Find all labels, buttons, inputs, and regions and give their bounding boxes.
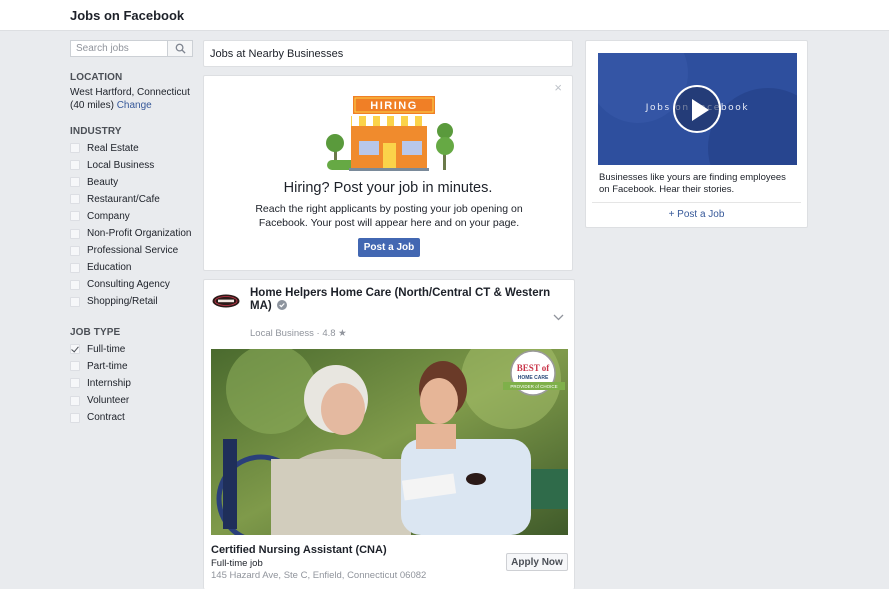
- business-category-rating: Local Business · 4.8 ★: [250, 328, 347, 339]
- industry-filter-professional-service[interactable]: Professional Service: [70, 244, 178, 258]
- jobtype-filter-label: Volunteer: [87, 395, 130, 407]
- industry-filter-restaurant-cafe[interactable]: Restaurant/Cafe: [70, 192, 160, 206]
- checkbox[interactable]: [70, 228, 80, 239]
- checkbox[interactable]: [70, 177, 80, 188]
- badge-line2: HOME CARE: [518, 375, 549, 381]
- industry-filter-education[interactable]: Education: [70, 261, 131, 275]
- checkbox[interactable]: [70, 262, 80, 273]
- industry-filter-shopping-retail[interactable]: Shopping/Retail: [70, 295, 158, 309]
- job-post-card: Home Helpers Home Care (North/Central CT…: [203, 279, 575, 589]
- industry-filter-label: Education: [87, 262, 132, 274]
- industry-filter-beauty[interactable]: Beauty: [70, 175, 118, 189]
- checkbox[interactable]: [70, 395, 80, 406]
- jobtype-filter-label: Internship: [87, 377, 131, 389]
- nearby-jobs-header: Jobs at Nearby Businesses: [203, 40, 573, 67]
- hiring-body: Reach the right applicants by posting yo…: [255, 203, 523, 229]
- industry-filter-label: Professional Service: [87, 245, 179, 257]
- checkbox[interactable]: [70, 279, 80, 290]
- industry-filter-label: Real Estate: [87, 142, 139, 154]
- checkbox[interactable]: [70, 211, 80, 222]
- top-bar: Jobs on Facebook: [0, 0, 889, 31]
- hiring-storefront-illustration: HIRING: [326, 96, 454, 171]
- business-logo[interactable]: [212, 294, 240, 308]
- checkbox[interactable]: [70, 296, 80, 307]
- jobtype-filter-part-time[interactable]: Part-time: [70, 359, 128, 373]
- industry-heading: INDUSTRY: [70, 126, 122, 137]
- jobtype-filter-full-time[interactable]: Full-time: [70, 342, 125, 356]
- badge-line1: BEST of: [517, 363, 551, 373]
- location-text: West Hartford, Connecticut (40 miles) Ch…: [70, 87, 195, 112]
- post-a-job-button[interactable]: Post a Job: [358, 238, 420, 257]
- industry-filter-label: Non-Profit Organization: [87, 228, 192, 239]
- post-a-job-link[interactable]: + Post a Job: [586, 209, 807, 220]
- job-title[interactable]: Certified Nursing Assistant (CNA): [211, 544, 387, 556]
- search-icon: [175, 43, 186, 54]
- verified-badge-icon: [276, 300, 287, 310]
- checkbox[interactable]: [70, 194, 80, 205]
- close-icon[interactable]: ×: [554, 80, 562, 95]
- caregiver-photo-illustration: BEST of HOME CARE PROVIDER of CHOICE: [211, 349, 568, 535]
- location-change-link[interactable]: Change: [117, 100, 152, 111]
- checkbox[interactable]: [70, 412, 80, 423]
- jobtype-filter-label: Full-time: [87, 343, 126, 355]
- stories-video-card: Jobs on Facebook Businesses like yours a…: [585, 40, 808, 228]
- industry-filter-company[interactable]: Company: [70, 209, 130, 223]
- jobtype-filter-internship[interactable]: Internship: [70, 376, 131, 390]
- apply-now-button[interactable]: Apply Now: [506, 553, 568, 571]
- jobtype-heading: JOB TYPE: [70, 327, 121, 338]
- location-heading: LOCATION: [70, 72, 123, 83]
- checkbox[interactable]: [70, 143, 80, 153]
- page-title: Jobs on Facebook: [70, 8, 185, 23]
- checkbox[interactable]: [70, 245, 80, 256]
- location-city: West Hartford, Connecticut: [70, 87, 190, 98]
- jobtype-filter-label: Contract: [87, 412, 125, 424]
- hiring-headline: Hiring? Post your job in minutes.: [283, 180, 493, 196]
- industry-filter-real-estate[interactable]: Real Estate: [70, 141, 139, 155]
- industry-filter-consulting-agency[interactable]: Consulting Agency: [70, 278, 170, 292]
- checkbox[interactable]: [70, 160, 80, 171]
- industry-filter-label: Beauty: [87, 176, 119, 188]
- hiring-promo-card: × HIRING Hiring? Post your job in minute…: [203, 75, 573, 271]
- nearby-jobs-title: Jobs at Nearby Businesses: [210, 48, 344, 60]
- business-name-text[interactable]: Home Helpers Home Care (North/Central CT…: [250, 287, 550, 312]
- industry-filter-local-business[interactable]: Local Business: [70, 158, 154, 172]
- search-box: [70, 40, 193, 57]
- checkbox[interactable]: [70, 378, 80, 389]
- industry-filter-label: Consulting Agency: [87, 279, 170, 291]
- stories-video[interactable]: Jobs on Facebook: [598, 53, 797, 165]
- industry-filter-label: Restaurant/Cafe: [87, 193, 160, 205]
- job-type: Full-time job: [211, 558, 263, 569]
- location-radius: (40 miles): [70, 99, 114, 111]
- hiring-sign-text: HIRING: [370, 100, 418, 112]
- industry-filter-label: Local Business: [87, 159, 155, 171]
- industry-filter-label: Company: [87, 210, 130, 222]
- checkbox[interactable]: [70, 361, 80, 372]
- jobtype-filter-volunteer[interactable]: Volunteer: [70, 394, 129, 408]
- stories-description: Businesses like yours are finding employ…: [599, 172, 786, 195]
- checkbox[interactable]: [70, 344, 80, 354]
- search-button[interactable]: [167, 40, 193, 57]
- jobtype-filter-contract[interactable]: Contract: [70, 411, 125, 425]
- play-icon[interactable]: [673, 85, 721, 133]
- job-photo[interactable]: BEST of HOME CARE PROVIDER of CHOICE: [211, 349, 568, 535]
- job-address: 145 Hazard Ave, Ste C, Enfield, Connecti…: [211, 570, 427, 581]
- badge-line3: PROVIDER of CHOICE: [510, 384, 557, 389]
- divider: [592, 202, 801, 203]
- jobtype-filter-label: Part-time: [87, 360, 128, 372]
- business-name[interactable]: Home Helpers Home Care (North/Central CT…: [250, 287, 560, 313]
- chevron-down-icon[interactable]: [553, 314, 564, 321]
- search-input[interactable]: [70, 40, 168, 57]
- industry-filter-non-profit-organization[interactable]: Non-Profit Organization: [70, 227, 192, 241]
- industry-filter-label: Shopping/Retail: [87, 296, 158, 308]
